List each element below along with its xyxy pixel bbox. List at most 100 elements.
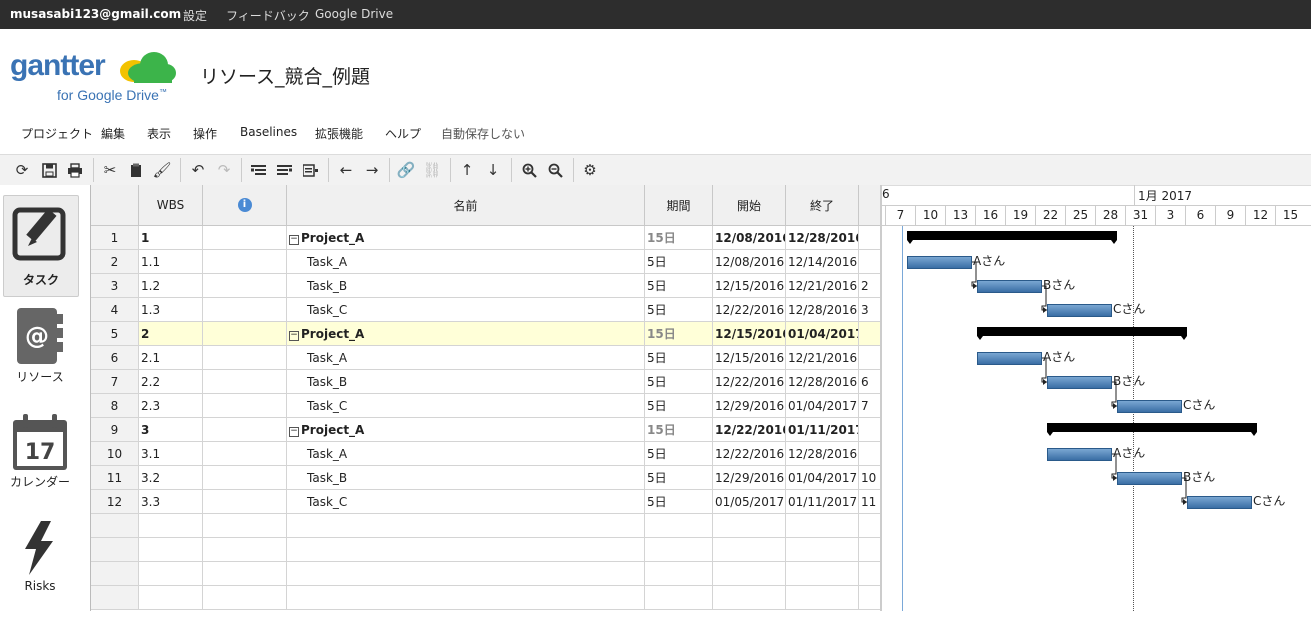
wbs-cell[interactable]: 2.3	[139, 394, 203, 418]
gantt-summary-bar[interactable]	[977, 327, 1187, 340]
name-cell[interactable]	[287, 562, 645, 586]
menu-operation[interactable]: 操作	[193, 125, 217, 142]
wbs-cell[interactable]: 2.1	[139, 346, 203, 370]
finish-cell[interactable]	[786, 538, 859, 562]
start-cell[interactable]: 12/08/2016	[713, 226, 786, 250]
info-cell[interactable]	[203, 562, 287, 586]
start-cell[interactable]: 01/05/2017	[713, 490, 786, 514]
predecessor-cell[interactable]	[859, 538, 881, 562]
info-cell[interactable]	[203, 226, 287, 250]
predecessor-cell[interactable]: 3	[859, 298, 881, 322]
indent-icon[interactable]	[247, 159, 269, 181]
feedback-link[interactable]: フィードバック	[226, 7, 310, 24]
predecessor-cell[interactable]: 10	[859, 466, 881, 490]
predecessor-cell[interactable]	[859, 586, 881, 610]
name-cell[interactable]: − Project_A	[287, 226, 645, 250]
wbs-cell[interactable]	[139, 586, 203, 610]
move-right-icon[interactable]: →	[361, 159, 383, 181]
name-cell[interactable]: Task_A	[287, 250, 645, 274]
predecessor-cell[interactable]: 6	[859, 370, 881, 394]
predecessor-cell[interactable]	[859, 346, 881, 370]
name-header[interactable]: 名前	[287, 185, 645, 226]
collapse-toggle-icon[interactable]: −	[289, 235, 299, 245]
start-cell[interactable]	[713, 514, 786, 538]
row-number[interactable]: 6	[91, 346, 139, 370]
name-cell[interactable]: Task_B	[287, 370, 645, 394]
settings-icon[interactable]: ⚙	[579, 159, 601, 181]
row-number[interactable]: 1	[91, 226, 139, 250]
info-cell[interactable]	[203, 322, 287, 346]
finish-cell[interactable]: 01/04/2017	[786, 322, 859, 346]
row-number[interactable]: 9	[91, 418, 139, 442]
finish-cell[interactable]	[786, 586, 859, 610]
finish-cell[interactable]: 12/21/2016	[786, 346, 859, 370]
wbs-cell[interactable]: 3.2	[139, 466, 203, 490]
note-icon[interactable]	[299, 159, 321, 181]
format-painter-icon[interactable]: 🖌	[151, 159, 173, 181]
info-cell[interactable]	[203, 346, 287, 370]
duration-cell[interactable]: 5日	[645, 442, 713, 466]
row-number[interactable]: 8	[91, 394, 139, 418]
name-cell[interactable]	[287, 586, 645, 610]
start-cell[interactable]: 12/22/2016	[713, 298, 786, 322]
start-cell[interactable]: 12/15/2016	[713, 322, 786, 346]
wbs-cell[interactable]: 3.1	[139, 442, 203, 466]
row-number[interactable]: 12	[91, 490, 139, 514]
finish-cell[interactable]	[786, 562, 859, 586]
info-cell[interactable]	[203, 442, 287, 466]
row-number[interactable]: 5	[91, 322, 139, 346]
zoom-out-icon[interactable]	[544, 159, 566, 181]
row-number[interactable]	[91, 538, 139, 562]
info-cell[interactable]	[203, 490, 287, 514]
info-header[interactable]: i	[203, 185, 287, 226]
gantt-task-bar[interactable]	[1047, 304, 1112, 317]
predecessor-cell[interactable]: 7	[859, 394, 881, 418]
gantt-task-bar[interactable]	[977, 352, 1042, 365]
paste-icon[interactable]	[125, 159, 147, 181]
duration-cell[interactable]	[645, 586, 713, 610]
name-cell[interactable]	[287, 514, 645, 538]
duration-cell[interactable]	[645, 538, 713, 562]
duration-cell[interactable]: 5日	[645, 274, 713, 298]
gantt-task-bar[interactable]	[977, 280, 1042, 293]
move-up-icon[interactable]: ↑	[456, 159, 478, 181]
menu-project[interactable]: プロジェクト	[21, 125, 93, 142]
move-left-icon[interactable]: ←	[335, 159, 357, 181]
duration-cell[interactable]: 5日	[645, 466, 713, 490]
duration-header[interactable]: 期間	[645, 185, 713, 226]
info-cell[interactable]	[203, 586, 287, 610]
finish-cell[interactable]: 01/11/2017	[786, 418, 859, 442]
gantt-summary-bar[interactable]	[1047, 423, 1257, 436]
finish-cell[interactable]: 12/28/2016	[786, 298, 859, 322]
name-cell[interactable]: Task_A	[287, 442, 645, 466]
finish-cell[interactable]: 12/21/2016	[786, 274, 859, 298]
autosave-status[interactable]: 自動保存しない	[441, 125, 525, 142]
menu-baselines[interactable]: Baselines	[240, 125, 297, 139]
wbs-cell[interactable]: 2.2	[139, 370, 203, 394]
start-cell[interactable]: 12/15/2016	[713, 274, 786, 298]
start-cell[interactable]: 12/29/2016	[713, 466, 786, 490]
duration-cell[interactable]: 5日	[645, 490, 713, 514]
google-drive-link[interactable]: Google Drive	[315, 7, 393, 21]
account-email[interactable]: musasabi123@gmail.com	[10, 7, 181, 21]
info-cell[interactable]	[203, 418, 287, 442]
wbs-cell[interactable]: 3	[139, 418, 203, 442]
start-cell[interactable]: 12/22/2016	[713, 370, 786, 394]
finish-cell[interactable]: 12/28/2016	[786, 442, 859, 466]
predecessor-cell[interactable]	[859, 418, 881, 442]
predecessor-cell[interactable]	[859, 322, 881, 346]
name-cell[interactable]: Task_B	[287, 274, 645, 298]
predecessor-cell[interactable]	[859, 250, 881, 274]
name-cell[interactable]: − Project_A	[287, 418, 645, 442]
collapse-toggle-icon[interactable]: −	[289, 427, 299, 437]
info-cell[interactable]	[203, 250, 287, 274]
row-number[interactable]: 2	[91, 250, 139, 274]
document-title[interactable]: リソース_競合_例題	[200, 62, 370, 89]
save-icon[interactable]	[38, 159, 60, 181]
finish-cell[interactable]: 01/04/2017	[786, 394, 859, 418]
predecessor-header[interactable]	[859, 185, 881, 226]
finish-cell[interactable]: 01/04/2017	[786, 466, 859, 490]
wbs-cell[interactable]: 1.2	[139, 274, 203, 298]
row-number[interactable]	[91, 586, 139, 610]
info-cell[interactable]	[203, 370, 287, 394]
